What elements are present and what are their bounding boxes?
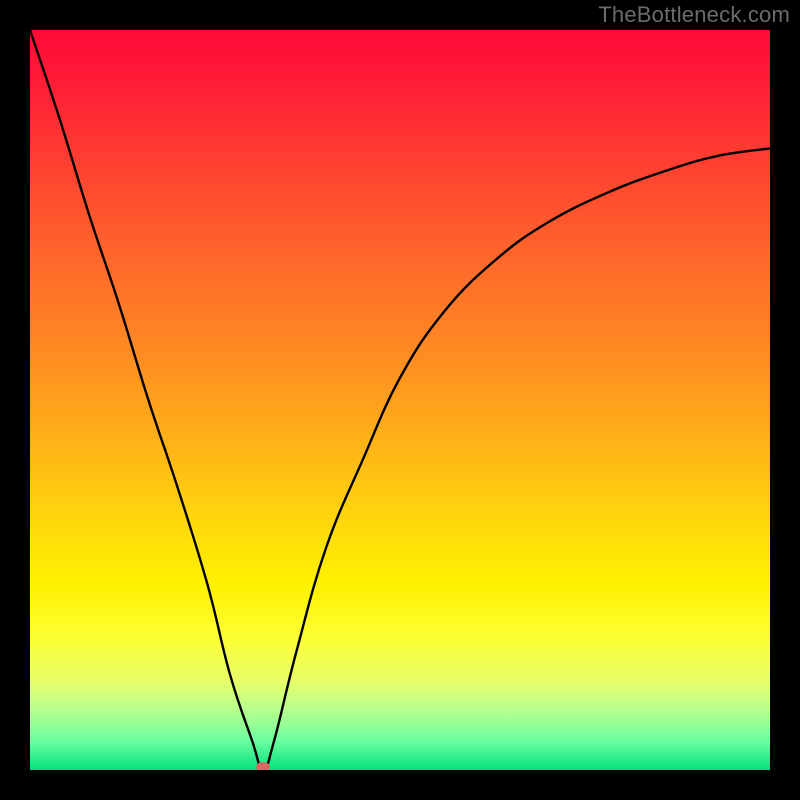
min-marker — [256, 762, 270, 770]
watermark-label: TheBottleneck.com — [598, 2, 790, 28]
chart-frame: TheBottleneck.com — [0, 0, 800, 800]
plot-area — [30, 30, 770, 770]
curve-svg — [30, 30, 770, 770]
bottleneck-curve — [30, 30, 770, 770]
